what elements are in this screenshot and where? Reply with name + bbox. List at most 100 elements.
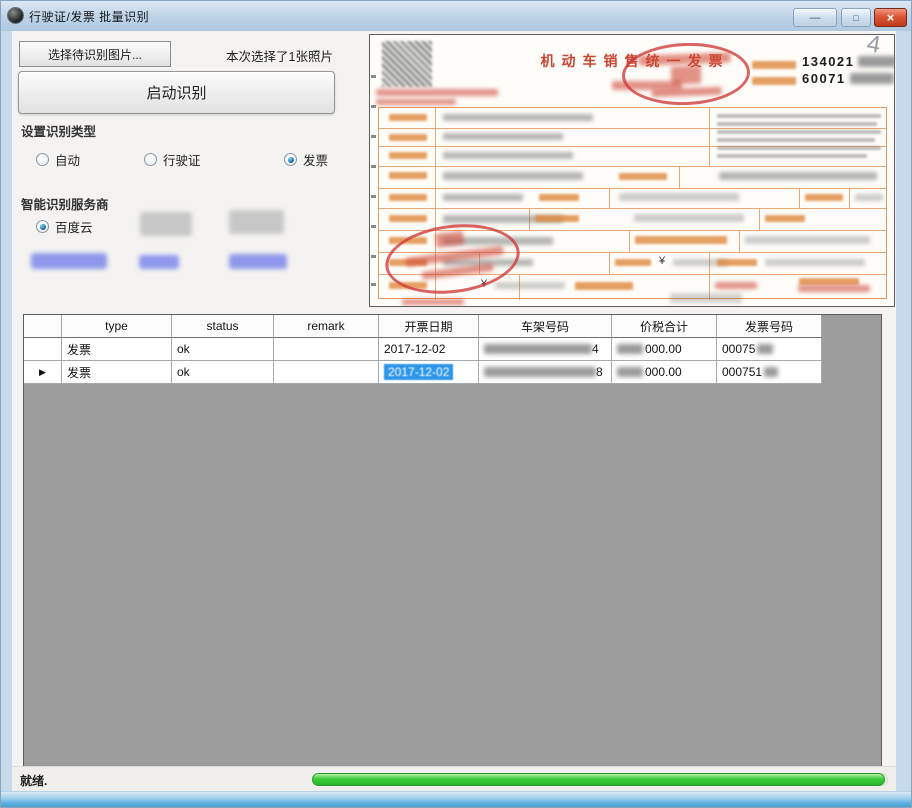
selected-date-text: 2017-12-02 — [384, 364, 453, 380]
results-table: type status remark 开票日期 车架号码 价税合计 发票号码 发… — [23, 314, 882, 767]
grid-line — [609, 188, 610, 208]
frame-number-tail: 8 — [596, 365, 603, 379]
tax-text-blur — [717, 146, 881, 150]
current-row-arrow-icon: ▶ — [39, 367, 46, 378]
cell-date-selected[interactable]: 2017-12-02 — [379, 361, 479, 384]
radio-baidu-cloud[interactable]: 百度云 — [36, 217, 93, 236]
cell-remark — [274, 338, 379, 361]
field-value-blur — [745, 236, 870, 244]
radio-auto[interactable]: 自动 — [36, 150, 80, 169]
field-value-blur — [719, 172, 877, 180]
link-blurred[interactable] — [31, 253, 107, 269]
radio-driving-license[interactable]: 行驶证 — [144, 150, 201, 169]
app-window: 行驶证/发票 批量识别 — □ × 选择待识别图片... 本次选择了1张照片 启… — [0, 0, 912, 808]
tax-text-blur — [717, 114, 881, 118]
cell-type: 发票 — [62, 361, 172, 384]
field-value-blur — [634, 214, 744, 222]
recognition-type-label: 设置识别类型 — [21, 121, 96, 140]
window-frame-bottom — [1, 791, 912, 808]
invoice-no-text: 00075 — [722, 342, 755, 356]
scan-mark — [371, 283, 376, 286]
header-marker-cell — [24, 315, 62, 338]
start-recognition-button[interactable]: 启动识别 — [18, 71, 335, 114]
title-bar[interactable]: 行驶证/发票 批量识别 — □ × — [1, 1, 912, 31]
cell-date: 2017-12-02 — [379, 338, 479, 361]
blurred-red-text — [798, 285, 870, 292]
column-header-remark[interactable]: remark — [274, 315, 379, 338]
field-label-blur — [805, 194, 843, 201]
link-blurred[interactable] — [229, 254, 287, 269]
close-icon: × — [887, 10, 895, 25]
frame-number-tail: 4 — [592, 342, 599, 356]
column-header-frame-no[interactable]: 车架号码 — [479, 315, 612, 338]
provider-label: 智能识别服务商 — [21, 194, 109, 213]
field-value-blur — [443, 172, 583, 180]
currency-symbol: ¥ — [659, 255, 665, 267]
blurred-red-text — [402, 299, 464, 305]
grid-line — [379, 208, 886, 209]
provider-option-blurred[interactable] — [229, 210, 284, 234]
column-header-type[interactable]: type — [62, 315, 172, 338]
column-header-date[interactable]: 开票日期 — [379, 315, 479, 338]
app-icon — [8, 8, 23, 23]
column-header-amount[interactable]: 价税合计 — [612, 315, 717, 338]
field-value-blur — [443, 152, 573, 159]
status-text: 就绪. — [20, 772, 47, 789]
provider-option-blurred[interactable] — [140, 212, 192, 236]
amount-text: 000.00 — [645, 342, 682, 356]
amount-text: 000.00 — [645, 365, 682, 379]
scan-mark — [371, 195, 376, 198]
blurred-red-text — [715, 282, 757, 289]
grid-line — [679, 166, 680, 188]
blurred-amount-prefix — [617, 344, 643, 354]
radio-invoice[interactable]: 发票 — [284, 150, 328, 169]
client-area: 选择待识别图片... 本次选择了1张照片 启动识别 设置识别类型 自动 行驶证 … — [12, 31, 896, 791]
field-value-blur — [443, 114, 593, 121]
invoice-number-value: 60071 — [802, 71, 894, 86]
select-images-button[interactable]: 选择待识别图片... — [19, 41, 171, 67]
field-label-blur — [615, 259, 651, 266]
cell-invoice-no: 000751 — [717, 361, 822, 384]
scan-mark — [371, 225, 376, 228]
field-value-blur — [443, 133, 563, 140]
field-label-blur — [635, 236, 727, 244]
radio-selected-icon — [36, 220, 49, 233]
minimize-icon: — — [810, 12, 821, 24]
field-value-blur — [765, 259, 865, 266]
column-header-invoice-no[interactable]: 发票号码 — [717, 315, 822, 338]
table-row-selected[interactable]: ▶ 发票 ok 2017-12-02 8 000.00 000751 — [24, 361, 881, 384]
invoice-code-label-blur — [752, 61, 796, 69]
scan-mark — [371, 135, 376, 138]
field-label-blur — [619, 173, 667, 180]
field-label-blur — [389, 134, 427, 141]
cell-amount: 000.00 — [612, 338, 717, 361]
stamp-text-blur — [638, 52, 730, 65]
progress-bar — [312, 773, 888, 786]
maximize-icon: □ — [853, 13, 858, 23]
cell-invoice-no: 00075 — [717, 338, 822, 361]
grid-line — [379, 188, 886, 189]
field-label-blur — [717, 259, 757, 266]
stamp-text-blur — [652, 87, 722, 97]
stamp-star-blur — [435, 231, 464, 248]
field-label-blur — [389, 215, 427, 222]
blurred-frame-number — [484, 367, 596, 377]
scan-mark — [371, 255, 376, 258]
table-row[interactable]: 发票 ok 2017-12-02 4 000.00 00075 — [24, 338, 881, 361]
tax-text-blur — [717, 130, 881, 134]
window-title: 行驶证/发票 批量识别 — [29, 8, 149, 25]
column-header-status[interactable]: status — [172, 315, 274, 338]
close-button[interactable]: × — [874, 8, 907, 27]
grid-line — [759, 208, 760, 230]
cell-remark — [274, 361, 379, 384]
radio-baidu-label: 百度云 — [55, 217, 93, 236]
blurred-red-text — [376, 89, 498, 96]
link-blurred[interactable] — [139, 255, 179, 269]
field-value-blur — [855, 194, 883, 201]
scan-mark — [371, 165, 376, 168]
invoice-no-text: 000751 — [722, 365, 762, 379]
minimize-button[interactable]: — — [793, 8, 837, 27]
row-marker-cell: ▶ — [24, 361, 62, 384]
progress-bar-fill — [312, 773, 885, 786]
maximize-button[interactable]: □ — [841, 8, 871, 27]
